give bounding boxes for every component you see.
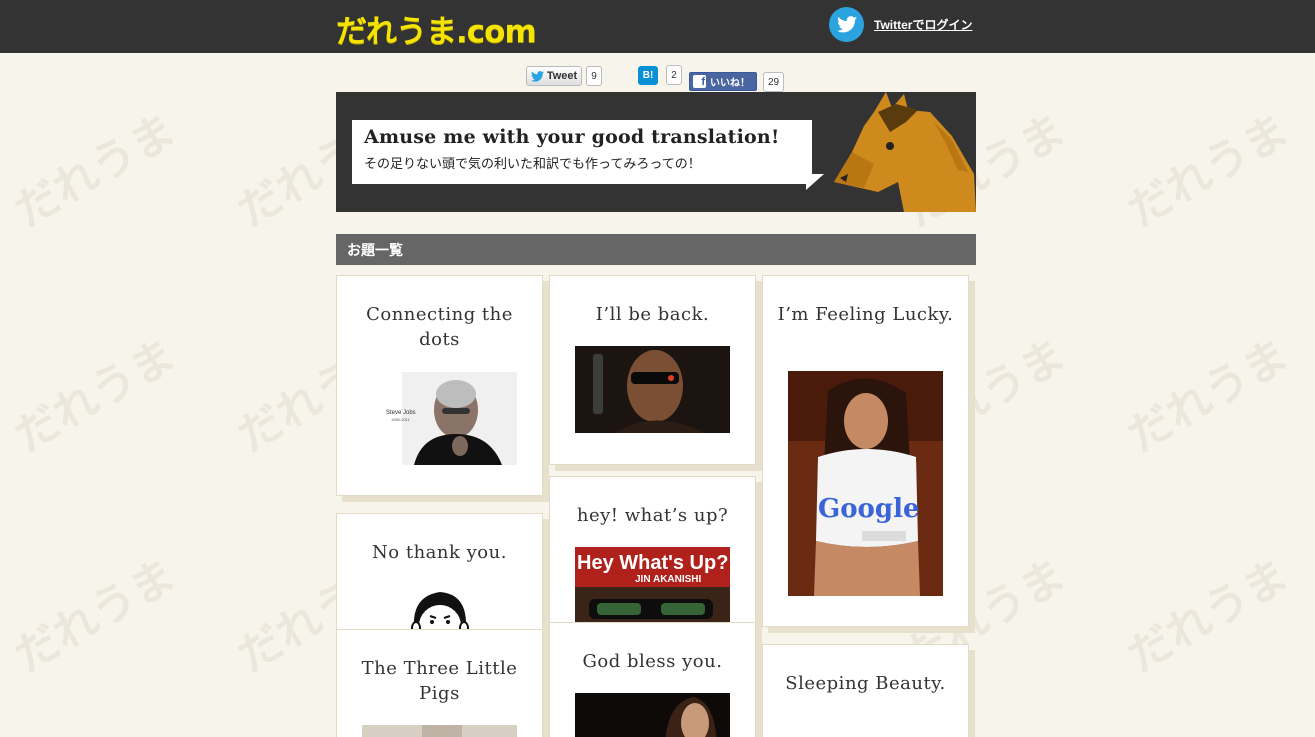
topic-card[interactable]: God bless you. <box>549 622 756 737</box>
section-title: お題一覧 <box>336 234 976 265</box>
hatena-bookmark-button[interactable]: B! <box>638 66 658 85</box>
watermark: だれうま <box>1119 329 1298 462</box>
facebook-icon: f <box>693 75 706 88</box>
card-title: No thank you. <box>372 542 507 563</box>
watermark: だれうま <box>1119 104 1298 237</box>
card-title: God bless you. <box>582 651 723 672</box>
card-thumbnail <box>575 346 730 433</box>
tweet-button[interactable]: Tweet <box>526 66 582 86</box>
twitter-login-label: Twitterでログイン <box>874 17 973 32</box>
facebook-like-label: いいね！ <box>710 78 750 89</box>
card-thumbnail <box>362 725 517 737</box>
pigs-photo <box>362 725 517 737</box>
speech-bubble-tail <box>806 174 824 190</box>
card-title: The Three Little Pigs <box>361 658 518 704</box>
twitter-bird-icon <box>530 70 544 82</box>
cover-artist: JIN AKANISHI <box>635 574 702 585</box>
shirt-logo-text: Google <box>818 494 920 524</box>
card-thumbnail: Google <box>788 371 943 596</box>
facebook-like-button[interactable]: f いいね！ <box>689 72 757 91</box>
social-share-row: Tweet 9 B! 2 f いいね！ 29 <box>0 65 1315 92</box>
hatena-count: 2 <box>666 65 682 85</box>
topic-card[interactable]: No thank you. <box>336 513 543 643</box>
steve-jobs-photo: Steve Jobs 1955-2011 <box>386 372 517 465</box>
portrait-photo <box>575 693 730 737</box>
photo-caption-dates: 1955-2011 <box>391 417 411 422</box>
topic-card[interactable]: I’ll be back. <box>549 275 756 465</box>
topic-card[interactable]: Sleeping Beauty. <box>762 644 969 737</box>
card-title: I’m Feeling Lucky. <box>777 304 954 325</box>
facebook-like-count: 29 <box>763 72 785 92</box>
tweet-count: 9 <box>586 66 602 86</box>
card-thumbnail: Steve Jobs 1955-2011 <box>362 372 517 465</box>
card-title: I’ll be back. <box>595 304 710 325</box>
twitter-login-link[interactable]: Twitterでログイン <box>829 6 972 42</box>
card-thumbnail <box>575 693 730 737</box>
watermark: だれうま <box>1119 549 1298 682</box>
watermark: だれうま <box>6 104 185 237</box>
google-shirt-photo: Google <box>788 371 943 596</box>
site-logo[interactable]: だれうま.com <box>336 6 537 51</box>
card-title: hey! what’s up? <box>576 505 729 526</box>
watermark: だれうま <box>6 549 185 682</box>
twitter-bird-icon <box>829 6 864 42</box>
watermark: だれうま <box>6 329 185 462</box>
speech-bubble: Amuse me with your good translation! その足… <box>352 120 812 184</box>
topic-card[interactable]: I’m Feeling Lucky. Google <box>762 275 969 627</box>
header-bar: だれうま.com Twitterでログイン <box>0 0 1315 53</box>
card-title: Connecting the dots <box>366 304 513 350</box>
card-title: Sleeping Beauty. <box>785 673 946 694</box>
photo-caption: Steve Jobs <box>386 410 416 416</box>
topic-card[interactable]: The Three Little Pigs <box>336 629 543 737</box>
cover-title: Hey What's Up? <box>577 552 728 574</box>
topic-card[interactable]: Connecting the dots Steve Jobs 1955-2011 <box>336 275 543 496</box>
banner-subtitle: その足りない頭で気の利いた和訳でも作ってみろっての！ <box>364 157 701 172</box>
terminator-photo <box>575 346 730 433</box>
horse-mascot-icon <box>834 92 976 212</box>
banner-title: Amuse me with your good translation! <box>364 126 780 148</box>
hero-banner: Amuse me with your good translation! その足… <box>336 92 976 212</box>
topic-card[interactable]: hey! what’s up? Hey What's Up? JIN AKANI… <box>549 476 756 636</box>
tweet-button-label: Tweet <box>546 70 578 82</box>
